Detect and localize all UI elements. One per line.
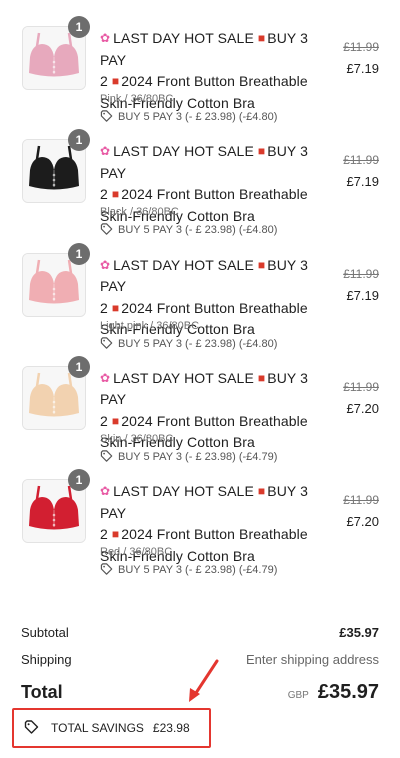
current-price: £7.20 [346, 400, 379, 416]
product-thumbnail-wrap: 1 [22, 469, 90, 544]
product-variant: Skin / 36/80BC [100, 432, 174, 445]
title-part: 2 [100, 299, 108, 316]
original-price: £11.99 [343, 379, 379, 394]
subtotal-label: Subtotal [21, 625, 69, 640]
original-price: £11.99 [343, 266, 379, 281]
title-part: 2024 Front Button Breathable [121, 299, 308, 316]
current-price: £7.19 [346, 287, 379, 303]
title-part: 2 [100, 412, 108, 429]
total-savings-value: £23.98 [152, 721, 190, 735]
product-variant: Black / 36/80BC [100, 206, 179, 219]
flower-icon: ✿ [100, 257, 111, 272]
total-value: £35.97 [317, 681, 379, 703]
gift-icon: ■ [111, 413, 120, 428]
total-amount: GBP £35.97 [288, 681, 379, 704]
cart-item[interactable]: 1 ✿ LAST DAY HOT SALE ■ BUY 3 PAY 2 ■ 2024 … [0, 0, 400, 123]
title-part: 2 [100, 186, 108, 203]
gift-icon: ■ [111, 74, 120, 88]
product-thumbnail-wrap: 1 [22, 16, 90, 90]
quantity-badge: 1 [68, 355, 90, 378]
gift-icon: ■ [111, 527, 120, 542]
product-thumbnail-wrap: 1 [22, 129, 90, 204]
title-part: LAST DAY HOT SALE [113, 30, 254, 46]
original-price: £11.99 [343, 153, 379, 168]
quantity-badge: 1 [68, 129, 90, 152]
currency-code: GBP [287, 690, 309, 701]
title-part: 2024 Front Button Breathable [121, 412, 308, 429]
quantity-badge: 1 [68, 242, 90, 265]
total-label: Total [21, 682, 63, 702]
flower-icon: ✿ [100, 484, 111, 499]
title-part: LAST DAY HOT SALE [113, 143, 254, 160]
current-price: £7.19 [346, 174, 379, 190]
shipping-value: Enter shipping address [246, 652, 379, 667]
flower-icon: ✿ [100, 144, 111, 159]
total-savings-box: TOTAL SAVINGS £23.98 [12, 708, 211, 748]
title-part: 2024 Front Button Breathable [121, 186, 308, 203]
title-part: LAST DAY HOT SALE [113, 369, 254, 386]
total-savings-label: TOTAL SAVINGS [51, 721, 144, 735]
original-price: £11.99 [343, 493, 379, 508]
title-part: 2 [100, 73, 108, 89]
total-row: Total GBP £35.97 [21, 681, 379, 704]
tag-icon [100, 563, 114, 578]
gift-icon: ■ [257, 31, 266, 45]
product-variant: Light pink / 36/80BC [100, 319, 200, 332]
cart-item[interactable]: 1 ✿ LAST DAY HOT SALE ■ BUY 3 PAY 2 ■ 2024 … [0, 227, 400, 350]
gift-icon: ■ [257, 144, 266, 159]
title-part: LAST DAY HOT SALE [113, 256, 254, 273]
gift-icon: ■ [257, 370, 266, 385]
title-part: 2024 Front Button Breathable [121, 73, 308, 89]
title-part: 2 [100, 526, 108, 543]
cart-item[interactable]: 1 ✿ LAST DAY HOT SALE ■ BUY 3 PAY 2 ■ 2024 … [0, 340, 400, 463]
title-part: 2024 Front Button Breathable [121, 526, 308, 543]
product-variant: Red / 36/80BC [100, 546, 173, 559]
shipping-label: Shipping [21, 652, 72, 667]
product-thumbnail-wrap: 1 [22, 355, 90, 430]
product-variant: Pink / 36/80BC [100, 93, 174, 105]
subtotal-row: Subtotal £35.97 [21, 625, 379, 640]
gift-icon: ■ [257, 257, 266, 272]
current-price: £7.20 [346, 514, 379, 530]
subtotal-value: £35.97 [339, 625, 379, 640]
title-part: LAST DAY HOT SALE [113, 483, 254, 500]
cart-item[interactable]: 1 ✿ LAST DAY HOT SALE ■ BUY 3 PAY 2 ■ 2024 … [0, 113, 400, 236]
flower-icon: ✿ [100, 370, 111, 385]
quantity-badge: 1 [68, 16, 90, 38]
quantity-badge: 1 [68, 469, 90, 492]
current-price: £7.19 [346, 61, 379, 76]
gift-icon: ■ [111, 300, 120, 315]
gift-icon: ■ [257, 484, 266, 499]
product-thumbnail-wrap: 1 [22, 242, 90, 317]
flower-icon: ✿ [100, 31, 111, 45]
original-price: £11.99 [343, 40, 379, 54]
tag-icon [24, 719, 40, 737]
gift-icon: ■ [111, 187, 120, 202]
discount-text: BUY 5 PAY 3 (- £ 23.98) (-£4.79) [118, 564, 278, 577]
discount-line: BUY 5 PAY 3 (- £ 23.98) (-£4.79) [100, 563, 277, 578]
cart-item[interactable]: 1 ✿ LAST DAY HOT SALE ■ BUY 3 PAY 2 ■ 2024 … [0, 453, 400, 576]
